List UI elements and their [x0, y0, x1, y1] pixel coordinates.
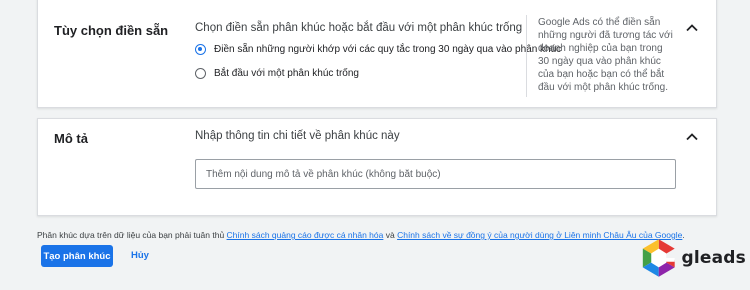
- radio-unchecked-icon[interactable]: [195, 68, 206, 79]
- description-prompt: Nhập thông tin chi tiết về phân khúc này: [195, 130, 400, 142]
- radio-option-prefill[interactable]: Điền sẵn những người khớp với các quy tắ…: [195, 44, 561, 55]
- description-card: Mô tả Nhập thông tin chi tiết về phân kh…: [37, 118, 717, 216]
- radio-checked-icon[interactable]: [195, 44, 206, 55]
- personalized-ads-policy-link[interactable]: Chính sách quảng cáo được cá nhân hóa: [227, 230, 384, 240]
- prefill-prompt: Chọn điền sẵn phân khúc hoặc bắt đầu với…: [195, 22, 523, 34]
- prefill-options-card: Tùy chọn điền sẵn Chọn điền sẵn phân khú…: [37, 0, 717, 108]
- policy-note: Phân khúc dựa trên dữ liệu của bạn phải …: [37, 230, 685, 240]
- prefill-section-title: Tùy chọn điền sẵn: [54, 23, 169, 38]
- create-segment-button[interactable]: Tạo phân khúc: [41, 245, 113, 267]
- help-divider: [526, 15, 527, 97]
- policy-note-prefix: Phân khúc dựa trên dữ liệu của bạn phải …: [37, 230, 227, 240]
- watermark-text: gleads: [681, 248, 746, 268]
- prefill-help-text: Google Ads có thể điền sẵn những người đ…: [538, 17, 673, 93]
- gleads-watermark: gleads: [640, 234, 746, 282]
- radio-option-label: Bắt đầu với một phân khúc trống: [214, 68, 359, 79]
- chevron-up-icon[interactable]: [684, 129, 700, 145]
- description-section-title: Mô tả: [54, 131, 88, 146]
- gleads-logo-icon: [642, 239, 675, 277]
- cancel-button[interactable]: Hủy: [126, 245, 154, 267]
- page: Tùy chọn điền sẵn Chọn điền sẵn phân khú…: [0, 0, 750, 290]
- chevron-up-icon[interactable]: [684, 20, 700, 36]
- description-input[interactable]: [195, 159, 676, 189]
- radio-option-empty[interactable]: Bắt đầu với một phân khúc trống: [195, 68, 359, 79]
- policy-note-middle: và: [383, 230, 398, 240]
- radio-option-label: Điền sẵn những người khớp với các quy tắ…: [214, 44, 562, 55]
